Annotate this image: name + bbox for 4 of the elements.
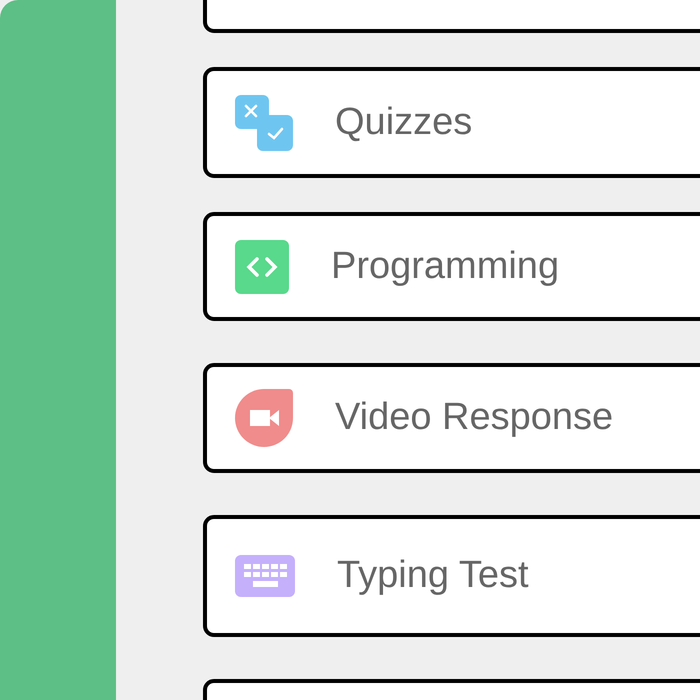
option-card[interactable]: Typing Test [203, 515, 700, 637]
option-card[interactable]: Video Response [203, 363, 700, 473]
option-card[interactable]: Programming [203, 212, 700, 321]
option-card[interactable]: Quizzes [203, 67, 700, 178]
